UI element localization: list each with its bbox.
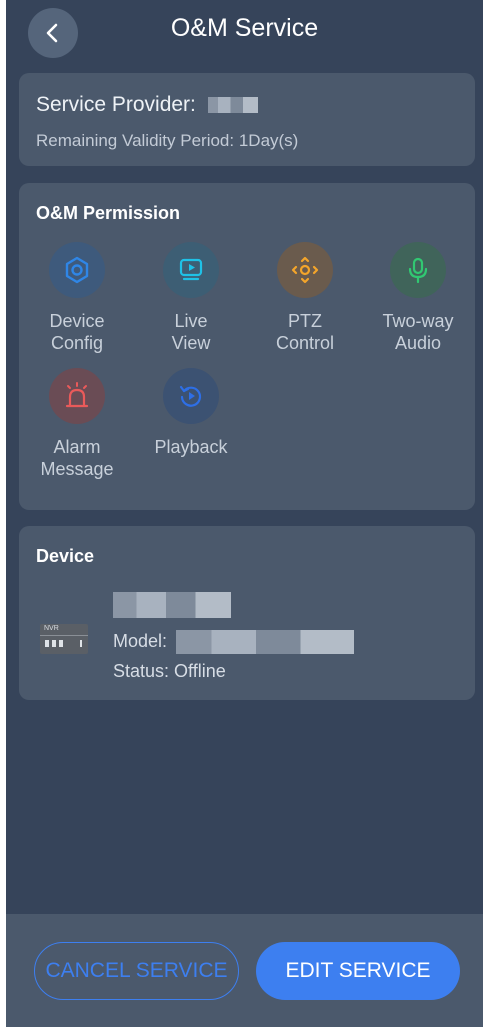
permission-label: Alarm Message <box>40 437 114 479</box>
nvr-device-icon: NVR <box>40 624 88 654</box>
cancel-service-button[interactable]: CANCEL SERVICE <box>34 942 239 1000</box>
permission-device-config[interactable]: Device Config <box>22 242 132 354</box>
permission-card: O&M Permission Device Config Live View P… <box>19 183 475 510</box>
permission-label: Device Config <box>49 311 105 353</box>
device-model-label: Model: <box>113 630 168 651</box>
device-name-redacted <box>113 592 231 618</box>
provider-card: Service Provider: Remaining Validity Per… <box>19 73 475 166</box>
service-provider-label: Service Provider: <box>36 93 196 116</box>
permission-label: PTZ Control <box>275 311 335 353</box>
validity-period: Remaining Validity Period: 1Day(s) <box>36 131 299 150</box>
device-title: Device <box>36 546 95 566</box>
device-model-row: Model: <box>113 630 355 654</box>
permission-live-view[interactable]: Live View <box>136 242 246 354</box>
permission-label: Playback <box>154 437 228 457</box>
nvr-badge: NVR <box>44 625 59 632</box>
permission-alarm-message[interactable]: Alarm Message <box>22 368 132 480</box>
alarm-light-icon <box>49 368 105 424</box>
service-provider-row: Service Provider: <box>36 93 258 117</box>
permission-ptz-control[interactable]: PTZ Control <box>250 242 360 354</box>
permission-two-way-audio[interactable]: Two-way Audio <box>363 242 473 354</box>
settings-hexagon-icon <box>49 242 105 298</box>
ptz-control-icon <box>277 242 333 298</box>
permission-title: O&M Permission <box>36 203 181 223</box>
permission-playback[interactable]: Playback <box>136 368 246 458</box>
microphone-icon <box>390 242 446 298</box>
device-card[interactable]: Device NVR Model: Status: Offline <box>19 526 475 700</box>
provider-name-redacted <box>207 97 258 114</box>
permission-label: Live View <box>171 311 211 353</box>
screen: O&M Service Service Provider: Remaining … <box>6 0 483 1027</box>
device-status: Status: Offline <box>113 661 226 681</box>
edit-service-button[interactable]: EDIT SERVICE <box>256 942 460 1000</box>
permission-label: Two-way Audio <box>382 311 454 353</box>
action-bar: CANCEL SERVICE EDIT SERVICE <box>6 914 483 1027</box>
playback-icon <box>163 368 219 424</box>
live-view-icon <box>163 242 219 298</box>
page-title: O&M Service <box>170 14 319 42</box>
device-model-redacted <box>176 630 355 654</box>
